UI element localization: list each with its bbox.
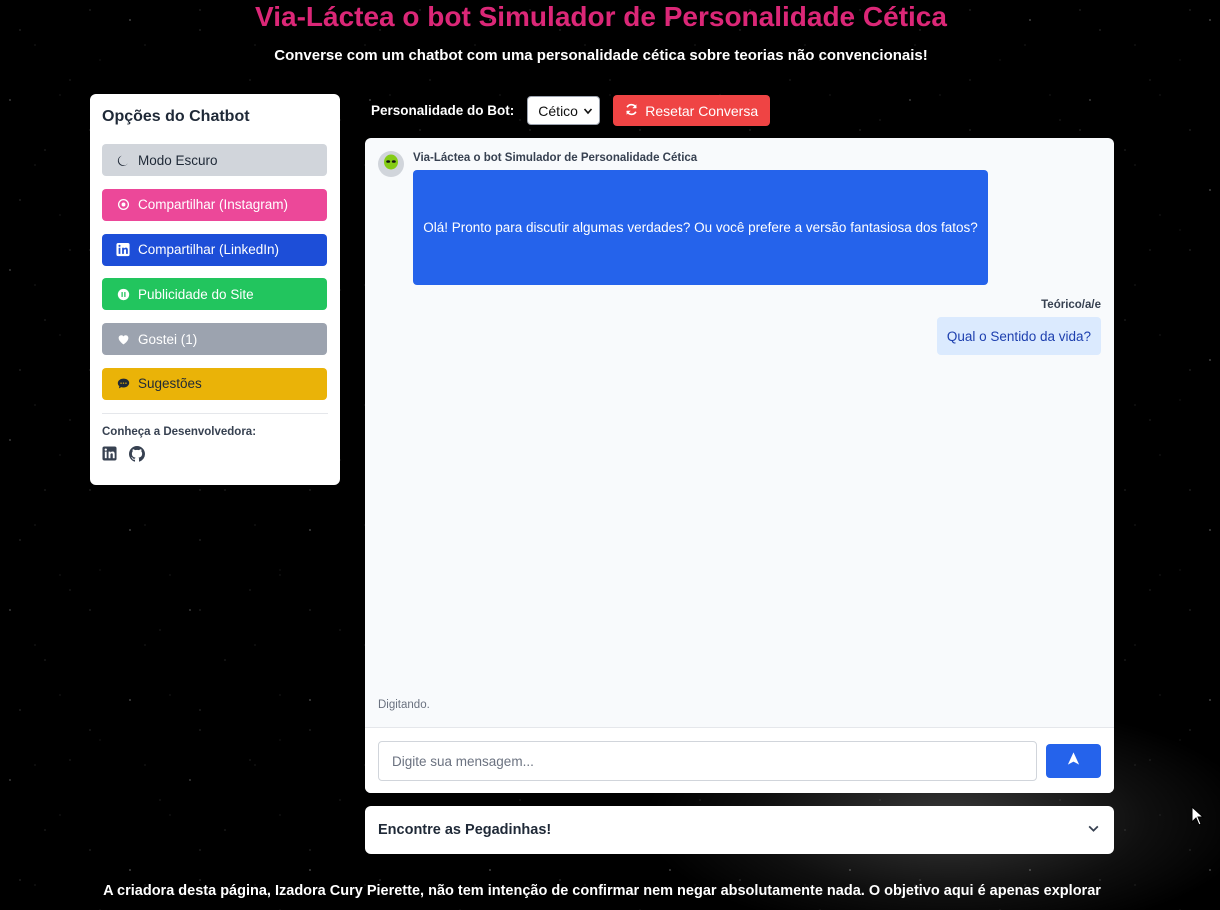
- site-ads-button[interactable]: Publicidade do Site: [102, 278, 327, 311]
- share-linkedin-label: Compartilhar (LinkedIn): [138, 242, 280, 258]
- reset-conversation-label: Resetar Conversa: [645, 102, 759, 119]
- options-sidebar: Opções do Chatbot Modo Escuro Compartilh…: [90, 94, 340, 485]
- message-input[interactable]: [378, 741, 1037, 781]
- sidebar-title: Opções do Chatbot: [102, 108, 250, 125]
- disclaimer-text: A criadora desta página, Izadora Cury Pi…: [103, 883, 1101, 899]
- share-linkedin-button[interactable]: Compartilhar (LinkedIn): [102, 233, 327, 266]
- moon-icon: [116, 153, 130, 167]
- suggestions-label: Sugestões: [138, 376, 202, 392]
- ad-icon: [116, 287, 130, 301]
- bot-name: Via-Láctea o bot Simulador de Personalid…: [413, 152, 698, 164]
- github-icon[interactable]: [129, 445, 145, 467]
- share-instagram-label: Compartilhar (Instagram): [138, 197, 289, 213]
- personality-label: Personalidade do Bot:: [371, 103, 515, 118]
- reset-conversation-button[interactable]: Resetar Conversa: [613, 95, 771, 126]
- like-label: Gostei (1): [138, 331, 198, 347]
- instagram-icon: [116, 198, 130, 212]
- alien-icon: [382, 153, 400, 176]
- developer-links: [102, 445, 328, 467]
- typing-indicator: Digitando.: [378, 699, 430, 711]
- user-name: Teórico/a/e: [1041, 299, 1101, 311]
- mouse-cursor-icon: [1191, 805, 1205, 831]
- dark-mode-button[interactable]: Modo Escuro: [102, 144, 327, 176]
- share-instagram-button[interactable]: Compartilhar (Instagram): [102, 188, 327, 221]
- like-button[interactable]: Gostei (1): [102, 323, 327, 356]
- refresh-icon: [625, 103, 638, 119]
- page-title: Via-Láctea o bot Simulador de Personalid…: [255, 1, 947, 32]
- personality-selected-value: Cético: [538, 102, 578, 119]
- page-subtitle: Converse com um chatbot com uma personal…: [274, 47, 928, 64]
- personality-select[interactable]: Cético: [527, 96, 601, 125]
- chat-controls: Personalidade do Bot: Cético Resetar Con…: [371, 95, 771, 126]
- comment-icon: [116, 377, 130, 391]
- site-ads-label: Publicidade do Site: [138, 286, 254, 302]
- linkedin-icon[interactable]: [102, 446, 117, 467]
- pegadinhas-accordion[interactable]: Encontre as Pegadinhas!: [365, 806, 1114, 854]
- send-button[interactable]: [1046, 744, 1101, 778]
- send-icon: [1066, 751, 1081, 771]
- linkedin-icon: [116, 243, 130, 257]
- message-input-area: [365, 727, 1114, 793]
- suggestions-button[interactable]: Sugestões: [102, 367, 327, 400]
- sidebar-divider: [102, 412, 328, 414]
- dark-mode-label: Modo Escuro: [138, 152, 218, 168]
- chat-window: Via-Láctea o bot Simulador de Personalid…: [365, 138, 1114, 793]
- chevron-down-icon: [583, 103, 593, 119]
- page: Via-Láctea o bot Simulador de Personalid…: [0, 0, 1220, 910]
- chevron-down-icon: [1087, 822, 1100, 839]
- developer-label: Conheça a Desenvolvedora:: [102, 425, 257, 438]
- heart-icon: [116, 332, 130, 346]
- bot-avatar: [378, 151, 404, 177]
- bot-message: Olá! Pronto para discutir algumas verdad…: [413, 170, 988, 285]
- accordion-title: Encontre as Pegadinhas!: [378, 822, 552, 838]
- user-message: Qual o Sentido da vida?: [936, 317, 1101, 355]
